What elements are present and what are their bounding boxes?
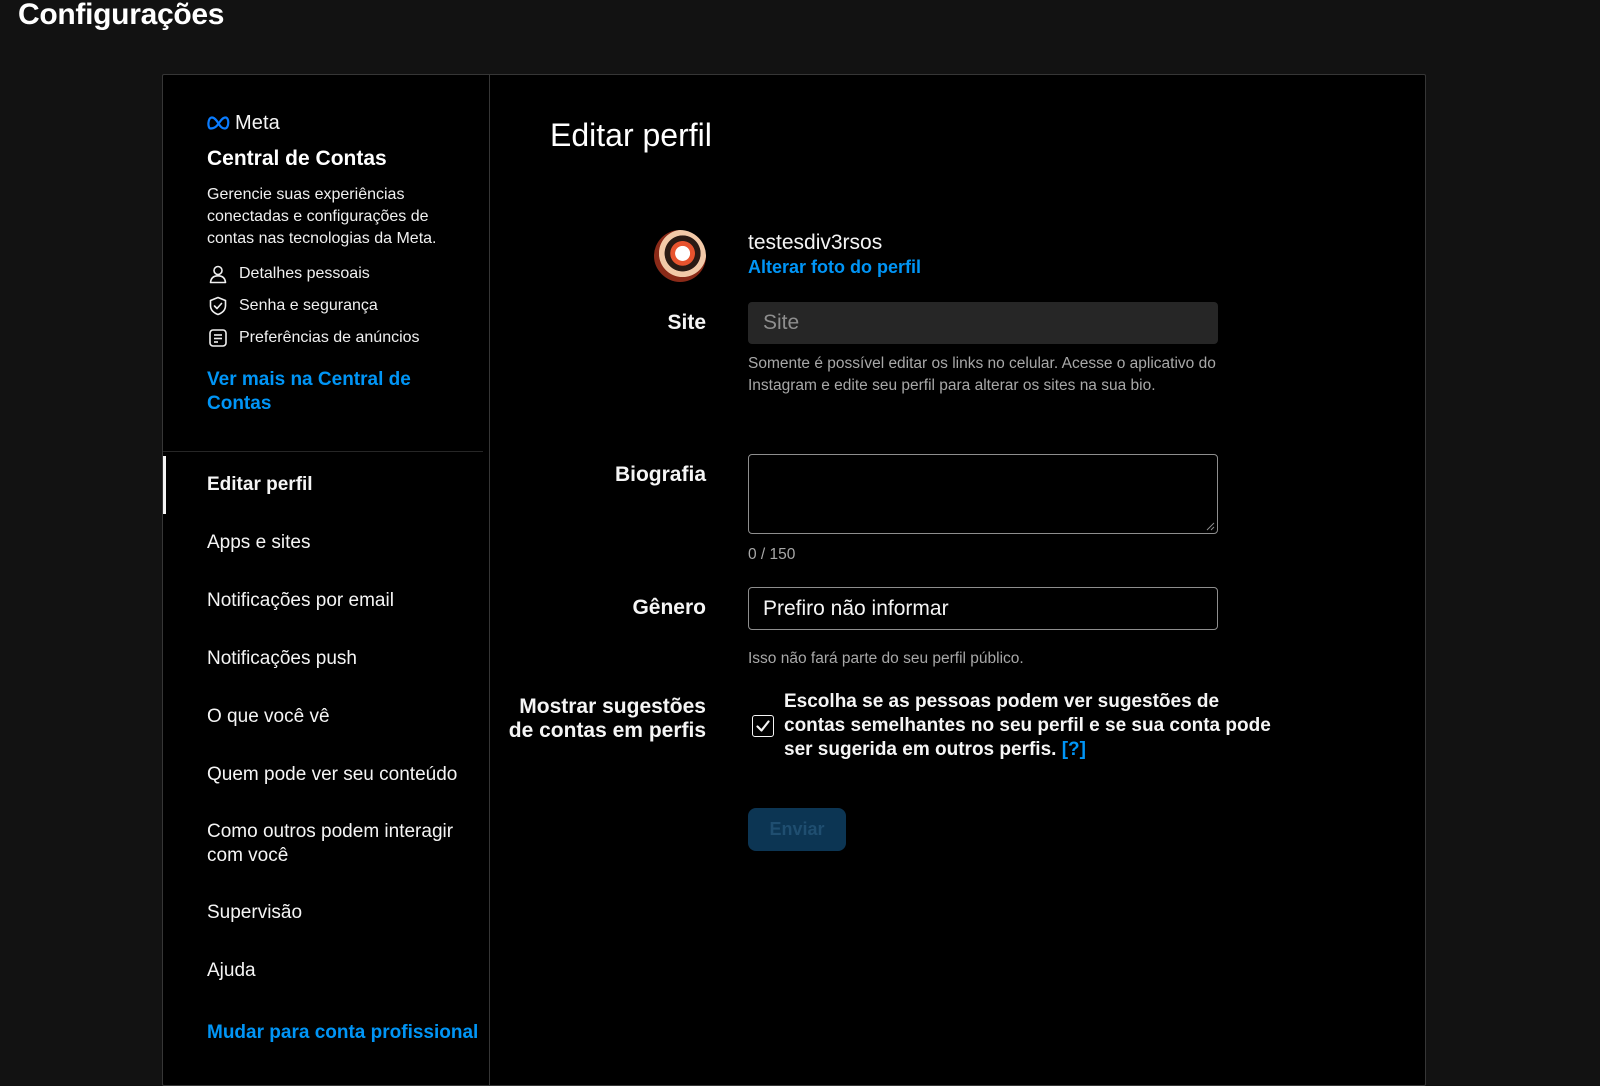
accounts-item-label: Preferências de anúncios	[239, 329, 420, 346]
submit-button[interactable]: Enviar	[748, 808, 846, 851]
meta-wordmark: Meta	[235, 111, 280, 134]
bio-counter: 0 / 150	[748, 546, 796, 563]
nav-item-who-can-see-content[interactable]: Quem pode ver seu conteúdo	[163, 746, 489, 804]
bio-textarea[interactable]	[748, 454, 1218, 534]
nav-item-how-others-interact[interactable]: Como outros podem interagir com você	[163, 804, 489, 884]
suggestions-text: Escolha se as pessoas podem ver sugestõe…	[784, 691, 1271, 760]
settings-sidebar: Meta Central de Contas Gerencie suas exp…	[163, 75, 490, 1085]
suggestions-description: Escolha se as pessoas podem ver sugestõe…	[784, 690, 1284, 762]
settings-panel: Meta Central de Contas Gerencie suas exp…	[162, 74, 1426, 1086]
nav-item-what-you-see[interactable]: O que você vê	[163, 688, 489, 746]
accounts-center-box: Meta Central de Contas Gerencie suas exp…	[207, 111, 467, 416]
gender-select[interactable]: Prefiro não informar	[748, 587, 1218, 630]
meta-logo: Meta	[207, 111, 467, 134]
switch-to-professional-link[interactable]: Mudar para conta profissional	[163, 1000, 489, 1066]
nav-item-email-notifications[interactable]: Notificações por email	[163, 572, 489, 630]
site-field[interactable]: Site	[748, 302, 1218, 344]
site-help-text: Somente é possível editar os links no ce…	[748, 355, 1216, 394]
accounts-center-list: Detalhes pessoais Senha e segurança Pref…	[207, 258, 467, 354]
accounts-item-label: Detalhes pessoais	[239, 265, 370, 282]
see-more-accounts-center-link[interactable]: Ver mais na Central de Contas	[207, 368, 467, 416]
username: testesdiv3rsos	[748, 231, 883, 254]
gender-help-text: Isso não fará parte do seu perfil públic…	[748, 650, 1024, 667]
avatar[interactable]	[654, 230, 706, 282]
ad-preferences-icon	[207, 327, 229, 349]
accounts-item-ad-preferences[interactable]: Preferências de anúncios	[207, 322, 467, 354]
accounts-center-description: Gerencie suas experiências conectadas e …	[207, 186, 437, 247]
edit-profile-main: Editar perfil testesdiv3rsos Alterar fot…	[490, 75, 1425, 1085]
site-label: Site	[667, 311, 706, 334]
accounts-item-label: Senha e segurança	[239, 297, 378, 314]
sidebar-divider	[163, 451, 483, 452]
accounts-center-title: Central de Contas	[207, 147, 387, 170]
page-title: Configurações	[18, 0, 225, 31]
nav-item-help[interactable]: Ajuda	[163, 942, 489, 1000]
nav-item-edit-profile[interactable]: Editar perfil	[163, 456, 489, 514]
meta-infinity-icon	[207, 116, 230, 130]
settings-nav: Editar perfil Apps e sites Notificações …	[163, 456, 489, 1066]
gender-label: Gênero	[632, 596, 706, 619]
nav-item-supervision[interactable]: Supervisão	[163, 884, 489, 942]
nav-item-apps-sites[interactable]: Apps e sites	[163, 514, 489, 572]
nav-item-push-notifications[interactable]: Notificações push	[163, 630, 489, 688]
checkmark-icon	[756, 720, 770, 732]
change-photo-link[interactable]: Alterar foto do perfil	[748, 257, 921, 278]
suggestions-help-link[interactable]: [?]	[1062, 739, 1086, 760]
edit-profile-title: Editar perfil	[550, 117, 712, 153]
person-icon	[207, 263, 229, 285]
resize-grip-icon[interactable]	[1206, 522, 1215, 531]
shield-check-icon	[207, 295, 229, 317]
suggestions-label: Mostrar sugestões de contas em perfis	[508, 695, 706, 742]
accounts-item-personal-details[interactable]: Detalhes pessoais	[207, 258, 467, 290]
suggestions-checkbox[interactable]	[752, 715, 774, 737]
bio-label: Biografia	[614, 463, 706, 486]
accounts-item-password-security[interactable]: Senha e segurança	[207, 290, 467, 322]
